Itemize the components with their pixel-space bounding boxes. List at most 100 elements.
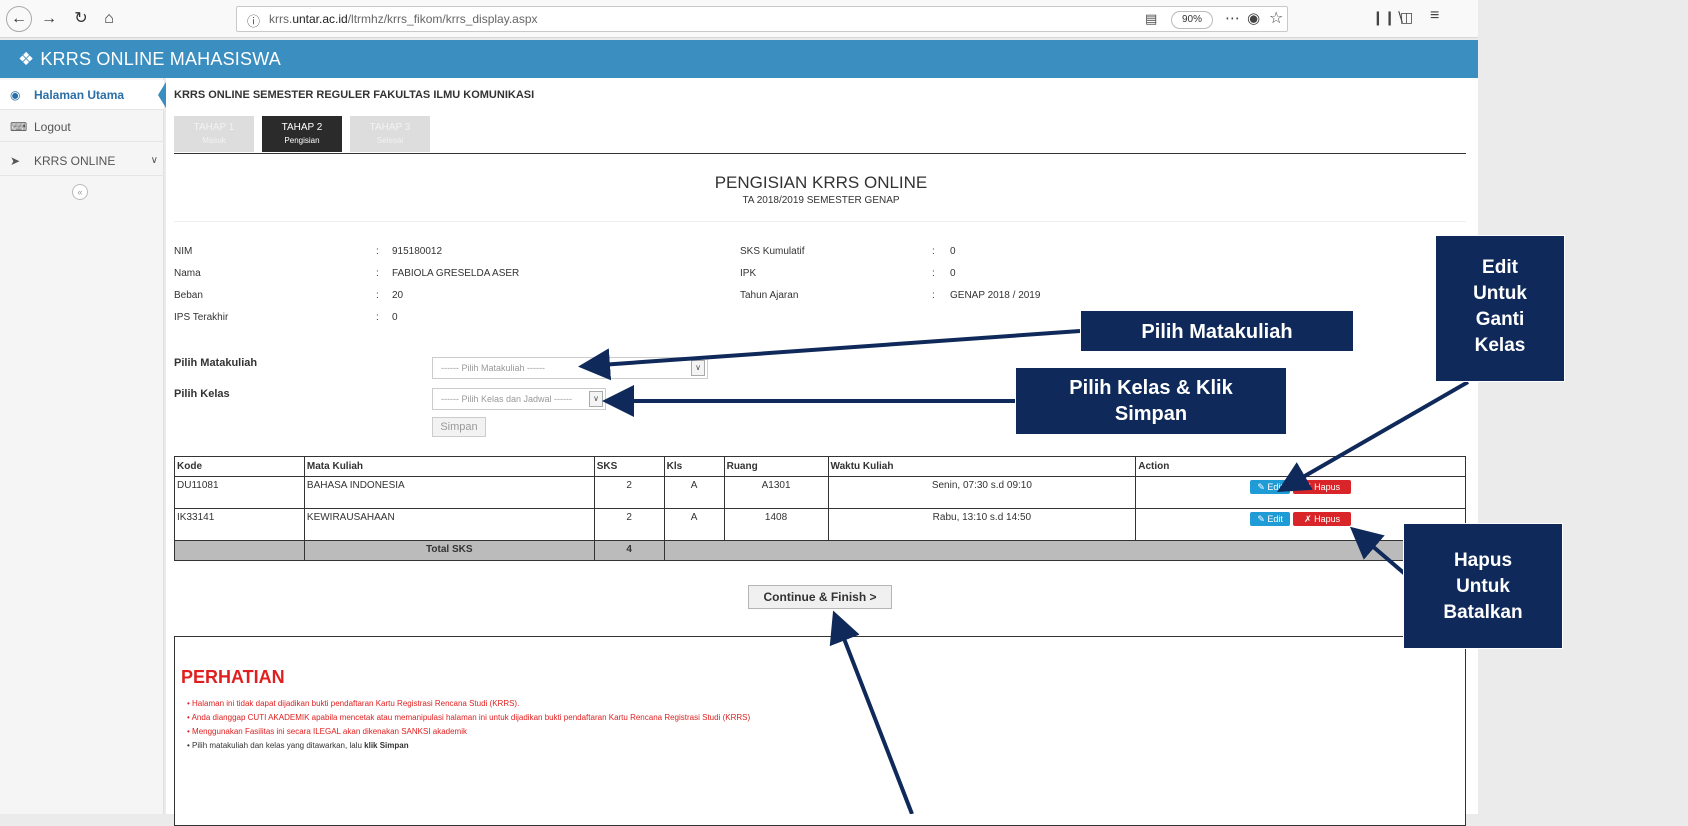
cell-mata-kuliah: BAHASA INDONESIA [303,476,595,509]
header-sks: SKS [593,456,665,477]
section-title: KRRS ONLINE SEMESTER REGULER FAKULTAS IL… [174,89,535,101]
form-subtitle: TA 2018/2019 SEMESTER GENAP [742,195,900,206]
ipk-colon: : [932,268,935,279]
callout-pilih-matakuliah: Pilih Matakuliah [1080,310,1354,352]
step-tahap-1: TAHAP 1 Masuk [174,116,254,152]
bookmark-star-icon[interactable]: ☆ [1269,8,1283,28]
dashboard-icon: ◉ [10,88,21,102]
hamburger-menu-icon[interactable]: ≡ [1430,7,1439,25]
notice-box: PERHATIAN Halaman ini tidak dapat dijadi… [174,636,1466,826]
tahun-ajaran-colon: : [932,290,935,301]
tahun-ajaran-value: GENAP 2018 / 2019 [950,290,1041,301]
pencil-icon: ✎ [1257,514,1268,524]
nama-value: FABIOLA GRESELDA ASER [392,268,520,279]
keyboard-icon: ⌨ [10,120,28,134]
nama-colon: : [376,268,379,279]
zoom-level-badge[interactable]: 90% [1171,11,1213,29]
header-mata-kuliah: Mata Kuliah [303,456,595,477]
chevron-down-icon: ∨ [150,155,158,166]
continue-finish-button[interactable]: Continue & Finish > [748,585,892,609]
total-spacer [174,540,305,561]
hapus-button[interactable]: ✗ Hapus [1293,480,1352,494]
kelas-select[interactable]: ------ Pilih Kelas dan Jadwal ------ ∨ [432,388,606,410]
form-title: PENGISIAN KRRS ONLINE [714,173,928,192]
cell-sks: 2 [593,508,665,541]
notice-item: Menggunakan Fasilitas ini secara ILEGAL … [187,725,750,739]
header-waktu-kuliah: Waktu Kuliah [827,456,1137,477]
cell-kls: A [663,476,725,509]
total-label: Total SKS [303,540,595,561]
table-row: DU11081 BAHASA INDONESIA 2 A A1301 Senin… [174,476,1466,509]
cell-waktu: Rabu, 13:10 s.d 14:50 [827,508,1137,541]
sidebar-item-logout[interactable]: ⌨ Logout [0,112,164,142]
header-action: Action [1135,456,1466,477]
callout-edit: Edit Untuk Ganti Kelas [1435,235,1565,382]
pilih-kelas-label: Pilih Kelas [174,388,230,400]
chevron-down-icon: ∨ [691,360,705,376]
matakuliah-select[interactable]: ------ Pilih Matakuliah ------ ∨ [432,357,708,379]
hapus-button[interactable]: ✗ Hapus [1293,512,1352,526]
url-text: krrs.untar.ac.id/ltrmhz/krrs_fikom/krrs_… [269,12,538,26]
url-bar[interactable]: ⓘ krrs.untar.ac.id/ltrmhz/krrs_fikom/krr… [236,6,1288,32]
header-ruang: Ruang [723,456,829,477]
table-header-row: Kode Mata Kuliah SKS Kls Ruang Waktu Kul… [174,456,1466,477]
ips-colon: : [376,312,379,323]
steps-divider [174,153,1466,154]
step-tahap-3: TAHAP 3 Selesai [350,116,430,152]
cell-kode: DU11081 [174,476,305,509]
nim-label: NIM [174,246,193,257]
ipk-label: IPK [740,268,757,279]
browser-toolbar: ← → ↻ ⌂ ⓘ krrs.untar.ac.id/ltrmhz/krrs_f… [0,0,1478,38]
beban-value: 20 [392,290,404,301]
header-kls: Kls [663,456,725,477]
active-pointer [158,82,166,108]
cell-action: ✎ Edit ✗ Hapus [1135,476,1466,509]
step-tahap-2: TAHAP 2 Pengisian [262,116,342,152]
forward-arrow-icon[interactable]: → [38,8,60,30]
cell-kls: A [663,508,725,541]
sidebar: ◉ Halaman Utama ⌨ Logout ➤ KRRS ONLINE ∨ « [0,78,164,814]
notice-title: PERHATIAN [181,667,285,687]
pencil-icon: ✎ [1257,482,1268,492]
app-header: ❖ KRRS ONLINE MAHASISWA [0,40,1478,78]
sidebar-item-halaman-utama[interactable]: ◉ Halaman Utama [0,80,164,110]
info-icon[interactable]: ⓘ [247,11,260,30]
app-title[interactable]: ❖ KRRS ONLINE MAHASISWA [18,49,281,70]
notice-item: Anda dianggap CUTI AKADEMIK apabila menc… [187,711,751,725]
ips-value: 0 [392,312,398,323]
pocket-icon[interactable]: ◉ [1247,9,1260,27]
beban-label: Beban [174,290,203,301]
tahun-ajaran-label: Tahun Ajaran [740,290,799,301]
table-row: IK33141 KEWIRAUSAHAAN 2 A 1408 Rabu, 13:… [174,508,1466,541]
close-icon: ✗ [1304,514,1315,524]
cell-ruang: A1301 [723,476,829,509]
callout-pilih-kelas: Pilih Kelas & Klik Simpan [1015,367,1287,435]
cell-kode: IK33141 [174,508,305,541]
leaf-icon: ❖ [18,49,35,69]
collapse-sidebar-icon[interactable]: « [72,184,88,200]
reader-view-icon[interactable]: ▤ [1145,11,1157,27]
course-table: Kode Mata Kuliah SKS Kls Ruang Waktu Kul… [174,456,1467,561]
total-filler [663,540,1467,561]
callout-hapus: Hapus Untuk Batalkan [1403,523,1563,649]
ips-label: IPS Terakhir [174,312,229,323]
more-actions-icon[interactable]: ⋯ [1225,9,1240,27]
sidebar-item-krrs-online[interactable]: ➤ KRRS ONLINE ∨ [0,146,164,176]
tag-icon: ➤ [10,154,21,168]
simpan-button[interactable]: Simpan [432,417,486,437]
pilih-matakuliah-label: Pilih Matakuliah [174,357,258,369]
notice-item: Pilih matakuliah dan kelas yang ditawark… [187,739,750,753]
sidebar-toggle-icon[interactable]: ◫ [1400,9,1413,26]
sks-kumulatif-label: SKS Kumulatif [740,246,805,257]
total-value: 4 [593,540,665,561]
back-arrow-icon[interactable]: ← [6,6,32,32]
sks-kumulatif-colon: : [932,246,935,257]
chevron-down-icon: ∨ [589,391,603,407]
beban-colon: : [376,290,379,301]
home-icon[interactable]: ⌂ [98,8,120,30]
header-kode: Kode [174,456,305,477]
cell-mata-kuliah: KEWIRAUSAHAAN [303,508,595,541]
reload-icon[interactable]: ↻ [70,8,92,30]
edit-button[interactable]: ✎ Edit [1250,480,1291,494]
edit-button[interactable]: ✎ Edit [1250,512,1291,526]
